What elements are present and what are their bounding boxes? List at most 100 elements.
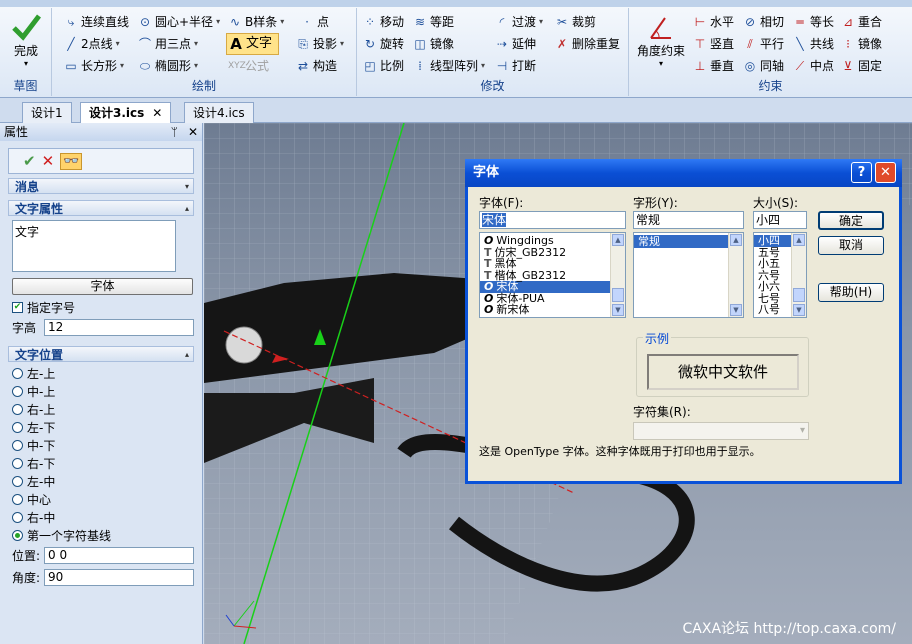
text-height-input[interactable]: 12 — [44, 319, 194, 336]
help-icon[interactable]: ? — [851, 162, 872, 183]
complete-button[interactable]: 完成 ▾ — [6, 12, 46, 68]
close-icon[interactable]: ✕ — [152, 103, 162, 123]
radio-top-left[interactable]: 左-上 — [12, 364, 202, 382]
specify-size-checkbox[interactable]: ✔ 指定字号 — [12, 299, 202, 316]
style-list[interactable]: 常规 ▲ ▼ — [633, 232, 744, 318]
radio-middle-left[interactable]: 左-中 — [12, 472, 202, 490]
text-button[interactable]: A 文字 — [226, 33, 280, 55]
font-list[interactable]: O Wingdings T 仿宋_GB2312 T 黑体 T 楷体_GB2312 O 宋体… — [479, 232, 626, 318]
radio-middle-right[interactable]: 右-中 — [12, 508, 202, 526]
confirm-check-icon[interactable]: ✔ — [23, 152, 36, 170]
close-icon[interactable]: ✕ — [188, 123, 198, 141]
font-list-item[interactable]: O 新宋体 — [480, 304, 625, 316]
linear-array-button[interactable]: ⁞ 线型阵列 ▾ — [413, 56, 485, 76]
move-button[interactable]: ⁘ 移动 — [363, 12, 404, 32]
equal-length-button[interactable]: ═ 等长 — [793, 12, 834, 32]
chevron-down-icon: ▾ — [115, 39, 120, 48]
parallel-button[interactable]: ⫽ 平行 — [743, 34, 784, 54]
trim-button[interactable]: ✂ 裁剪 — [555, 12, 596, 32]
formula-button[interactable]: XYZ 公式 — [228, 56, 269, 76]
scroll-up-icon[interactable]: ▲ — [730, 234, 742, 246]
radio-center[interactable]: 中心 — [12, 490, 202, 508]
mirror-button[interactable]: ◫ 镜像 — [413, 34, 454, 54]
rectangle-button[interactable]: ▭ 长方形 ▾ — [64, 56, 124, 76]
delete-overlap-button[interactable]: ✗ 删除重复 — [555, 34, 620, 54]
break-button[interactable]: ⊣ 打断 — [495, 56, 536, 76]
scroll-down-icon[interactable]: ▼ — [793, 304, 805, 316]
angle-constraint-button[interactable]: 角度约束 ▾ — [635, 14, 687, 68]
radio-bottom-center[interactable]: 中-下 — [12, 436, 202, 454]
scroll-down-icon[interactable]: ▼ — [612, 304, 624, 316]
scroll-thumb[interactable] — [612, 288, 624, 302]
tab-design3[interactable]: 设计3.ics ✕ — [80, 102, 172, 123]
close-icon[interactable]: ✕ — [875, 162, 896, 183]
concentric-button[interactable]: ◎ 同轴 — [743, 56, 784, 76]
font-list-scrollbar[interactable]: ▲ ▼ — [610, 233, 625, 317]
chain-line-button[interactable]: ⤷ 连续直线 — [64, 12, 129, 32]
scissors-pivot — [225, 326, 263, 364]
radio-label: 左-上 — [27, 366, 56, 381]
text-position-section[interactable]: 文字位置 ▴ — [8, 346, 194, 362]
font-list-item[interactable]: T 黑体 — [480, 258, 625, 270]
font-name-input[interactable]: 宋体 — [479, 211, 626, 229]
scroll-thumb[interactable] — [793, 288, 805, 302]
font-list-item-label: 黑体 — [494, 257, 517, 271]
tangent-button[interactable]: ⊘ 相切 — [743, 12, 784, 32]
transition-button[interactable]: ◜ 过渡 ▾ — [495, 12, 543, 32]
project-button[interactable]: ⎘ 投影 ▾ — [296, 34, 344, 54]
scroll-up-icon[interactable]: ▲ — [612, 234, 624, 246]
style-list-scrollbar[interactable]: ▲ ▼ — [728, 233, 743, 317]
text-content-field[interactable]: 文字 — [12, 220, 176, 272]
font-style-input[interactable]: 常规 — [633, 211, 744, 229]
font-list-item[interactable]: O Wingdings — [480, 235, 625, 247]
coincident-button[interactable]: ⊿ 重合 — [841, 12, 882, 32]
style-list-item-selected[interactable]: 常规 — [634, 235, 743, 248]
scroll-down-icon[interactable]: ▼ — [730, 304, 742, 316]
tab-design4[interactable]: 设计4.ics — [184, 102, 254, 123]
size-list[interactable]: 小四 五号 小五 六号 小六 七号 八号 ▲ ▼ — [753, 232, 807, 318]
ok-button[interactable]: 确定 — [818, 211, 884, 230]
point-button[interactable]: · 点 — [300, 12, 329, 32]
vertical-button[interactable]: ⊤ 竖直 — [693, 34, 734, 54]
radio-bottom-right[interactable]: 右-下 — [12, 454, 202, 472]
extend-label: 延伸 — [512, 37, 537, 51]
help-button[interactable]: 帮助(H) — [818, 283, 884, 302]
text-attributes-section[interactable]: 文字属性 ▴ — [8, 200, 194, 216]
scroll-up-icon[interactable]: ▲ — [793, 234, 805, 246]
radio-bottom-left[interactable]: 左-下 — [12, 418, 202, 436]
cancel-x-icon[interactable]: ✕ — [42, 152, 55, 170]
collinear-icon: ╲ — [796, 37, 804, 51]
radio-top-right[interactable]: 右-上 — [12, 400, 202, 418]
scale-button[interactable]: ◰ 比例 — [363, 56, 404, 76]
size-list-scrollbar[interactable]: ▲ ▼ — [791, 233, 806, 317]
bspline-button[interactable]: ∿ B样条 ▾ — [228, 12, 284, 32]
tab-design1[interactable]: 设计1 — [22, 102, 72, 123]
ellipse-button[interactable]: ⬭ 椭圆形 ▾ — [138, 56, 198, 76]
constraint-mirror-button[interactable]: ⁝ 镜像 — [841, 34, 882, 54]
angle-input[interactable]: 90 — [44, 569, 194, 586]
cancel-button[interactable]: 取消 — [818, 236, 884, 255]
circle-center-radius-button[interactable]: ⊙ 圆心+半径 ▾ — [138, 12, 220, 32]
font-button[interactable]: 字体 — [12, 278, 193, 295]
pin-icon[interactable]: ᛘ — [171, 123, 178, 141]
three-point-arc-button[interactable]: ⌒ 用三点 ▾ — [138, 34, 198, 54]
horizontal-button[interactable]: ⊢ 水平 — [693, 12, 734, 32]
radio-top-center[interactable]: 中-上 — [12, 382, 202, 400]
preview-glasses-icon[interactable]: 👓 — [60, 152, 83, 170]
extend-button[interactable]: ⇢ 延伸 — [495, 34, 536, 54]
construct-button[interactable]: ⇄ 构造 — [296, 56, 337, 76]
rotate-button[interactable]: ↻ 旋转 — [363, 34, 404, 54]
radio-first-baseline[interactable]: 第一个字符基线 — [12, 526, 202, 544]
font-size-input[interactable]: 小四 — [753, 211, 807, 229]
midpoint-button[interactable]: ⟋ 中点 — [793, 56, 834, 76]
message-section[interactable]: 消息 ▾ — [8, 178, 194, 194]
position-input[interactable]: 0 0 — [44, 547, 194, 564]
font-list-item-selected[interactable]: O 宋体 — [480, 281, 625, 293]
charset-select[interactable]: ▾ — [633, 422, 809, 440]
collinear-button[interactable]: ╲ 共线 — [793, 34, 834, 54]
equidistant-icon: ≋ — [414, 15, 426, 29]
perpendicular-button[interactable]: ⊥ 垂直 — [693, 56, 734, 76]
equidistant-button[interactable]: ≋ 等距 — [413, 12, 454, 32]
two-point-line-button[interactable]: ╱ 2点线 ▾ — [64, 34, 120, 54]
fixed-button[interactable]: ⊻ 固定 — [841, 56, 882, 76]
